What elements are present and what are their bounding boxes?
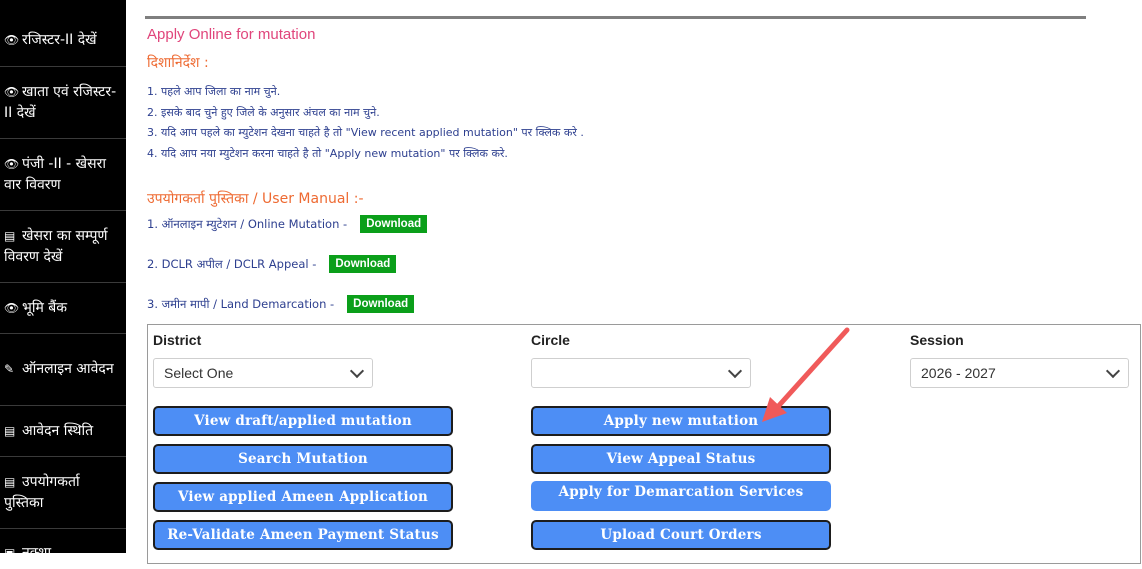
search-mutation-button[interactable]: Search Mutation (153, 444, 453, 474)
district-select-value: Select One (164, 365, 234, 381)
list-icon: ▤ (4, 228, 16, 243)
session-label: Session (910, 332, 964, 348)
manual-dclr-appeal: 2. DCLR अपील / DCLR Appeal - Download (147, 255, 397, 273)
guideline-item: 3. यदि आप पहले का म्युटेशन देखना चाहते ह… (147, 126, 584, 139)
eye-icon: 👁 (4, 300, 20, 315)
sidebar-item-land-bank[interactable]: 👁 भूमि बैंक (0, 283, 126, 334)
sidebar-item-label: खाता एवं रजिस्टर-II देखें (4, 83, 117, 121)
chevron-down-icon (1105, 363, 1121, 379)
edit-icon: ✎ (4, 362, 15, 376)
district-label: District (153, 332, 202, 348)
sidebar-item-register2[interactable]: 👁 रजिस्टर-II देखें (0, 14, 126, 67)
session-select[interactable]: 2026 - 2027 (910, 358, 1129, 388)
upload-court-orders-button[interactable]: Upload Court Orders (531, 520, 831, 550)
sidebar-item-label: भूमि बैंक (22, 299, 68, 316)
manual-land-demarcation: 3. जमीन मापी / Land Demarcation - Downlo… (147, 295, 415, 313)
guidelines-heading: दिशानिर्देश : (147, 55, 209, 71)
eye-icon: 👁 (4, 32, 20, 47)
sidebar-item-panji-khesra[interactable]: 👁 पंजी -II - खेसरा वार विवरण (0, 139, 126, 211)
image-icon: ▣ (4, 546, 16, 560)
district-select[interactable]: Select One (153, 358, 373, 388)
apply-demarcation-button[interactable]: Apply for Demarcation Services (531, 481, 831, 511)
manual-label: 1. ऑनलाइन म्युटेशन / Online Mutation - (147, 216, 348, 231)
sidebar-item-khata-register[interactable]: 👁 खाता एवं रजिस्टर-II देखें (0, 67, 126, 139)
view-appeal-status-button[interactable]: View Appeal Status (531, 444, 831, 474)
guideline-item: 4. यदि आप नया म्युटेशन करना चाहते है तो … (147, 146, 508, 160)
sidebar-item-label: रजिस्टर-II देखें (22, 31, 97, 48)
sidebar-item-khesra-detail[interactable]: ▤ खेसरा का सम्पूर्ण विवरण देखें (0, 211, 126, 283)
top-divider (145, 16, 1086, 19)
view-ameen-application-button[interactable]: View applied Ameen Application (153, 482, 453, 512)
chevron-down-icon (349, 363, 365, 379)
manual-label: 2. DCLR अपील / DCLR Appeal - (147, 256, 317, 271)
list-icon: ▤ (4, 474, 16, 489)
list-icon: ▤ (4, 423, 16, 438)
page-title: Apply Online for mutation (147, 26, 316, 43)
sidebar-item-user-manual[interactable]: ▤ उपयोगकर्ता पुस्तिका (0, 457, 126, 529)
download-online-mutation-button[interactable]: Download (360, 215, 428, 233)
download-land-demarcation-button[interactable]: Download (347, 295, 415, 313)
sidebar-item-online-apply[interactable]: ✎ ऑनलाइन आवेदन (0, 334, 126, 406)
guidelines-list: 1. पहले आप जिला का नाम चुने. 2. इसके बाद… (147, 82, 584, 164)
eye-icon: 👁 (4, 156, 20, 171)
red-arrow-annotation (762, 327, 850, 422)
sidebar-item-application-status[interactable]: ▤ आवेदन स्थिति (0, 406, 126, 457)
mutation-form-panel: District Select One Circle Session 2026 … (147, 324, 1141, 564)
session-select-value: 2026 - 2027 (921, 365, 996, 381)
sidebar-item-map[interactable]: ▣ नक्शा (0, 529, 126, 569)
revalidate-ameen-payment-button[interactable]: Re-Validate Ameen Payment Status (153, 520, 453, 550)
guideline-item: 2. इसके बाद चुने हुए जिले के अनुसार अंचल… (147, 105, 380, 119)
manual-online-mutation: 1. ऑनलाइन म्युटेशन / Online Mutation - D… (147, 215, 428, 233)
sidebar-item-label: ऑनलाइन आवेदन (22, 361, 114, 377)
user-manual-heading: उपयोगकर्ता पुस्तिका / User Manual :- (147, 191, 364, 207)
sidebar-item-label: आवेदन स्थिति (22, 422, 94, 439)
circle-select[interactable] (531, 358, 751, 388)
sidebar-item-label: नक्शा (22, 545, 52, 561)
chevron-down-icon (727, 363, 743, 379)
manual-label: 3. जमीन मापी / Land Demarcation - (147, 296, 335, 311)
circle-label: Circle (531, 332, 570, 348)
eye-icon: 👁 (4, 84, 20, 99)
guideline-item: 1. पहले आप जिला का नाम चुने. (147, 85, 281, 98)
download-dclr-appeal-button[interactable]: Download (329, 255, 397, 273)
sidebar: 👁 रजिस्टर-II देखें 👁 खाता एवं रजिस्टर-II द… (0, 0, 126, 561)
view-draft-mutation-button[interactable]: View draft/applied mutation (153, 406, 453, 436)
